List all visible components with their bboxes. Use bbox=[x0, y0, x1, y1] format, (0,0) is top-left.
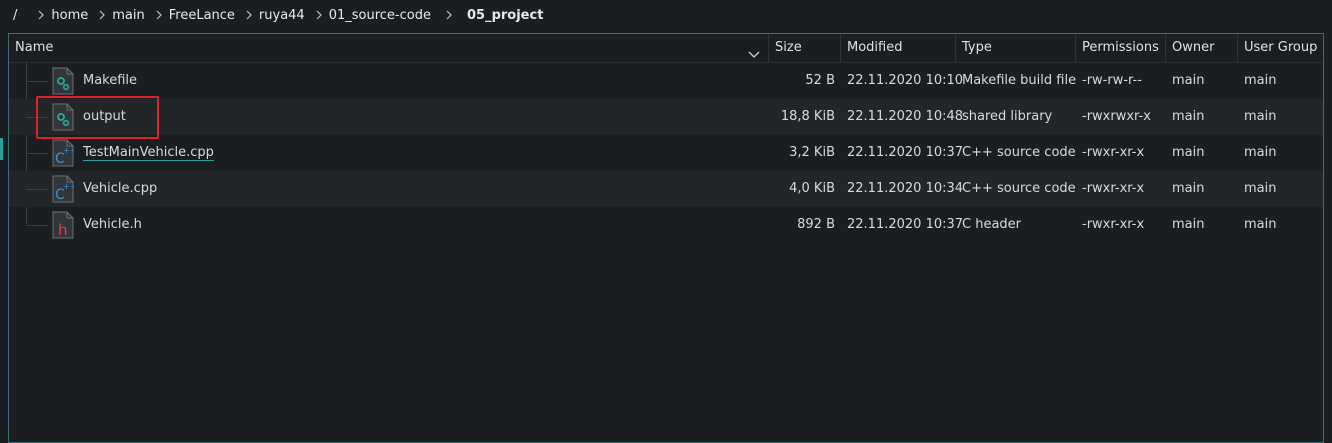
tree-branch bbox=[26, 225, 48, 226]
file-group: main bbox=[1244, 73, 1277, 88]
column-owner[interactable]: Owner bbox=[1166, 34, 1238, 62]
file-permissions: -rw-rw-r-- bbox=[1082, 73, 1142, 88]
file-owner: main bbox=[1172, 73, 1205, 88]
svg-text:++: ++ bbox=[63, 146, 74, 155]
breadcrumb-current[interactable]: 05_project bbox=[465, 8, 545, 23]
column-header: Name Size Modified Type Permissions Owne… bbox=[9, 34, 1323, 63]
table-row[interactable]: output 18,8 KiB 22.11.2020 10:48 shared … bbox=[9, 99, 1323, 135]
drop-indicator bbox=[0, 138, 3, 160]
chevron-right-icon bbox=[94, 10, 110, 20]
column-name-label: Name bbox=[15, 40, 54, 55]
file-name-text: TestMainVehicle.cpp bbox=[83, 145, 214, 161]
file-group: main bbox=[1244, 217, 1277, 232]
file-permissions: -rwxr-xr-x bbox=[1082, 181, 1145, 196]
chevron-right-icon bbox=[241, 10, 257, 20]
file-permissions: -rwxr-xr-x bbox=[1082, 145, 1145, 160]
table-row[interactable]: h Vehicle.h 892 B 22.11.2020 10:37 C hea… bbox=[9, 207, 1323, 243]
cpp-file-icon: C ++ bbox=[52, 175, 76, 207]
file-type: shared library bbox=[962, 109, 1053, 124]
column-type-label: Type bbox=[962, 40, 992, 55]
file-size: 892 B bbox=[797, 217, 835, 232]
table-row[interactable]: C ++ Vehicle.cpp 4,0 KiB 22.11.2020 10:34… bbox=[9, 171, 1323, 207]
file-permissions: -rwxr-xr-x bbox=[1082, 217, 1145, 232]
chevron-right-icon bbox=[441, 10, 457, 20]
gear-file-icon bbox=[52, 67, 74, 99]
file-type: C header bbox=[962, 217, 1022, 232]
column-group[interactable]: User Group bbox=[1238, 34, 1323, 62]
file-type: C++ source code bbox=[962, 181, 1076, 196]
file-group: main bbox=[1244, 145, 1277, 160]
file-list-panel: Name Size Modified Type Permissions Owne… bbox=[8, 33, 1324, 443]
column-modified-label: Modified bbox=[847, 40, 903, 55]
breadcrumb-main[interactable]: main bbox=[110, 8, 146, 23]
file-modified: 22.11.2020 10:10 bbox=[847, 73, 964, 88]
file-permissions: -rwxrwxr-x bbox=[1082, 109, 1151, 124]
table-row[interactable]: Makefile 52 B 22.11.2020 10:10 Makefile … bbox=[9, 63, 1323, 99]
column-owner-label: Owner bbox=[1172, 40, 1215, 55]
file-size: 3,2 KiB bbox=[789, 145, 835, 160]
chevron-right-icon bbox=[151, 10, 167, 20]
chevron-right-icon bbox=[33, 10, 49, 20]
column-type[interactable]: Type bbox=[956, 34, 1076, 62]
red-highlight-box bbox=[36, 96, 159, 139]
chevron-right-icon bbox=[311, 10, 327, 20]
file-name[interactable]: Vehicle.cpp bbox=[83, 171, 157, 207]
file-name[interactable]: Vehicle.h bbox=[83, 207, 142, 243]
file-size: 4,0 KiB bbox=[789, 181, 835, 196]
file-modified: 22.11.2020 10:37 bbox=[847, 217, 964, 232]
column-permissions[interactable]: Permissions bbox=[1076, 34, 1166, 62]
file-type: C++ source code bbox=[962, 145, 1076, 160]
column-name[interactable]: Name bbox=[9, 34, 769, 62]
column-size-label: Size bbox=[775, 40, 802, 55]
breadcrumb: / home main FreeLance ruya44 01_source-c… bbox=[0, 0, 1332, 30]
file-size: 52 B bbox=[805, 73, 835, 88]
svg-text:++: ++ bbox=[63, 182, 74, 191]
file-size: 18,8 KiB bbox=[780, 109, 835, 124]
tree-branch bbox=[26, 81, 48, 82]
file-group: main bbox=[1244, 181, 1277, 196]
table-row[interactable]: C ++ TestMainVehicle.cpp 3,2 KiB 22.11.20… bbox=[9, 135, 1323, 171]
breadcrumb-home[interactable]: home bbox=[49, 8, 90, 23]
column-modified[interactable]: Modified bbox=[841, 34, 956, 62]
column-size[interactable]: Size bbox=[769, 34, 841, 62]
h-file-icon: h bbox=[52, 211, 74, 243]
cpp-file-icon: C ++ bbox=[52, 139, 76, 171]
breadcrumb-source-code[interactable]: 01_source-code bbox=[327, 8, 433, 23]
breadcrumb-freelance[interactable]: FreeLance bbox=[167, 8, 237, 23]
column-permissions-label: Permissions bbox=[1082, 40, 1159, 55]
tree-branch bbox=[26, 153, 48, 154]
svg-text:h: h bbox=[58, 221, 68, 239]
file-group: main bbox=[1244, 109, 1277, 124]
file-name[interactable]: TestMainVehicle.cpp bbox=[83, 135, 214, 171]
file-modified: 22.11.2020 10:34 bbox=[847, 181, 964, 196]
file-owner: main bbox=[1172, 181, 1205, 196]
file-owner: main bbox=[1172, 217, 1205, 232]
file-name[interactable]: Makefile bbox=[83, 63, 137, 99]
file-owner: main bbox=[1172, 145, 1205, 160]
tree-branch bbox=[26, 189, 48, 190]
column-group-label: User Group bbox=[1244, 40, 1318, 55]
file-owner: main bbox=[1172, 109, 1205, 124]
breadcrumb-ruya44[interactable]: ruya44 bbox=[257, 8, 307, 23]
file-type: Makefile build file bbox=[962, 73, 1077, 88]
file-modified: 22.11.2020 10:37 bbox=[847, 145, 964, 160]
file-modified: 22.11.2020 10:48 bbox=[847, 109, 964, 124]
breadcrumb-root[interactable]: / bbox=[11, 8, 19, 23]
